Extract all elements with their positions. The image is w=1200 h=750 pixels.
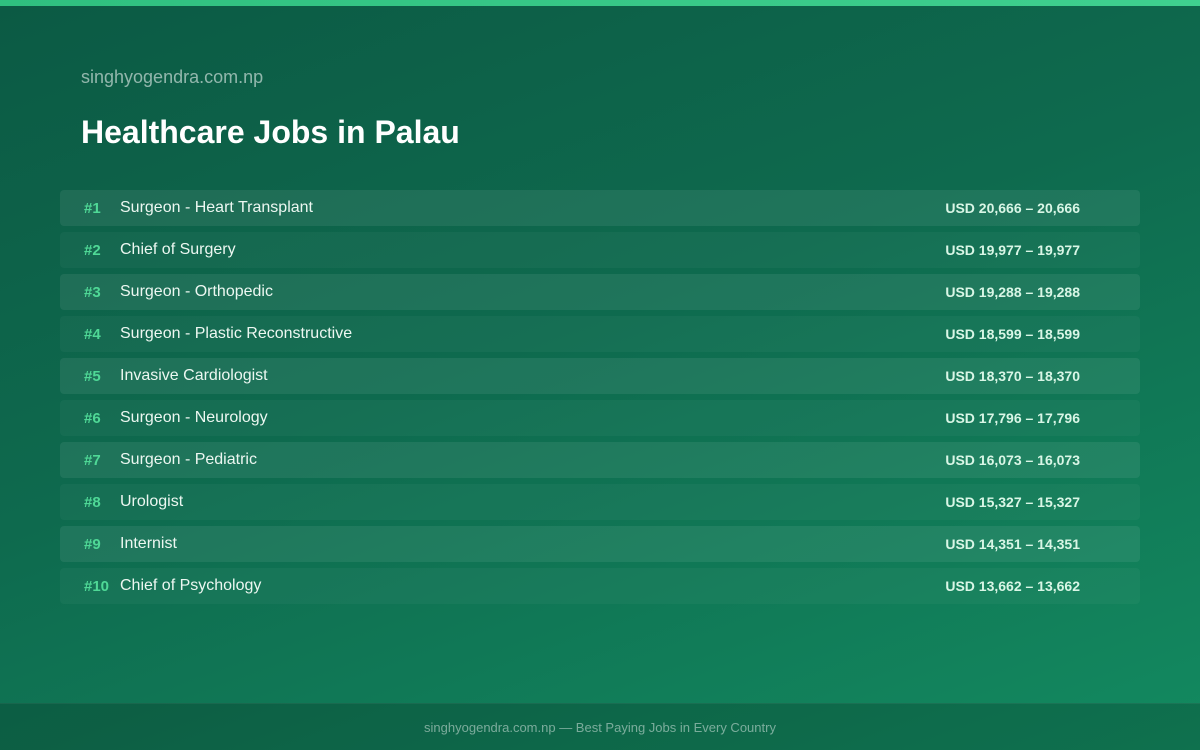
job-salary: USD 13,662 – 13,662	[945, 578, 1080, 594]
page-title: Healthcare Jobs in Palau	[81, 114, 460, 150]
job-title: Surgeon - Orthopedic	[120, 283, 273, 300]
job-rank: #5	[84, 367, 101, 385]
job-row[interactable]: #6 Surgeon - Neurology USD 17,796 – 17,7…	[60, 400, 1140, 436]
job-row[interactable]: #8 Urologist USD 15,327 – 15,327	[60, 484, 1140, 520]
job-row[interactable]: #2 Chief of Surgery USD 19,977 – 19,977	[60, 232, 1140, 268]
job-row[interactable]: #4 Surgeon - Plastic Reconstructive USD …	[60, 316, 1140, 352]
job-title: Surgeon - Plastic Reconstructive	[120, 325, 353, 342]
job-salary: USD 18,370 – 18,370	[945, 368, 1080, 384]
job-row[interactable]: #10 Chief of Psychology USD 13,662 – 13,…	[60, 568, 1140, 604]
job-salary: USD 19,288 – 19,288	[945, 284, 1080, 300]
job-rank: #2	[84, 241, 101, 259]
job-title: Surgeon - Heart Transplant	[120, 199, 313, 216]
job-rank: #6	[84, 409, 101, 427]
job-salary: USD 14,351 – 14,351	[945, 536, 1080, 552]
job-salary: USD 17,796 – 17,796	[945, 410, 1080, 426]
job-salary: USD 15,327 – 15,327	[945, 494, 1080, 510]
footer-text: singhyogendra.com.np — Best Paying Jobs …	[424, 719, 776, 735]
job-rank: #10	[84, 577, 110, 595]
job-title: Internist	[120, 535, 177, 552]
job-row[interactable]: #5 Invasive Cardiologist USD 18,370 – 18…	[60, 358, 1140, 394]
job-row[interactable]: #7 Surgeon - Pediatric USD 16,073 – 16,0…	[60, 442, 1140, 478]
job-rank: #8	[84, 493, 101, 511]
job-title: Surgeon - Neurology	[120, 409, 268, 426]
job-title: Chief of Surgery	[120, 241, 236, 258]
job-title: Chief of Psychology	[120, 577, 262, 594]
job-list: #1 Surgeon - Heart Transplant USD 20,666…	[60, 190, 1140, 610]
job-salary: USD 16,073 – 16,073	[945, 452, 1080, 468]
job-salary: USD 18,599 – 18,599	[945, 326, 1080, 342]
job-title: Urologist	[120, 493, 184, 510]
job-rank: #3	[84, 283, 101, 301]
site-name: singhyogendra.com.np	[81, 67, 264, 87]
top-accent-bar	[0, 0, 1200, 6]
job-salary: USD 20,666 – 20,666	[945, 200, 1080, 216]
job-salary: USD 19,977 – 19,977	[945, 242, 1080, 258]
job-title: Invasive Cardiologist	[120, 367, 268, 384]
job-rank: #9	[84, 535, 101, 553]
job-row[interactable]: #9 Internist USD 14,351 – 14,351	[60, 526, 1140, 562]
footer: singhyogendra.com.np — Best Paying Jobs …	[0, 703, 1200, 750]
job-rank: #4	[84, 325, 101, 343]
job-rank: #1	[84, 199, 101, 217]
job-rank: #7	[84, 451, 101, 469]
job-row[interactable]: #3 Surgeon - Orthopedic USD 19,288 – 19,…	[60, 274, 1140, 310]
job-row[interactable]: #1 Surgeon - Heart Transplant USD 20,666…	[60, 190, 1140, 226]
job-title: Surgeon - Pediatric	[120, 451, 257, 468]
